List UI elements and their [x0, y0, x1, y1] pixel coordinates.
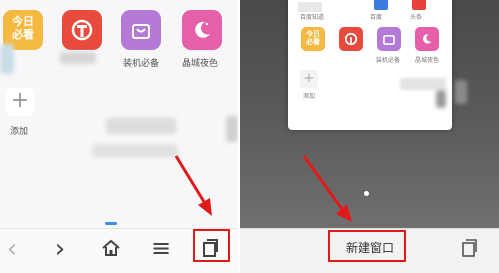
right-browser-screen: 百度知道 百度 头条 今日 必看 装机必备 晶城夜色 + 添加 新建窗口	[240, 0, 499, 273]
forward-icon[interactable]: ›	[50, 234, 70, 264]
blurred-region	[0, 44, 14, 74]
night-theme-label: 晶城夜色	[182, 59, 219, 69]
blurred-region	[298, 2, 322, 12]
back-icon[interactable]: ‹	[2, 234, 22, 264]
blurred-region	[60, 52, 96, 64]
today-must-see-label: 今日 必看	[306, 30, 320, 46]
panel-divider	[238, 0, 240, 273]
moon-icon	[195, 21, 210, 38]
night-theme-shortcut[interactable]	[182, 10, 222, 50]
blurred-region	[92, 144, 178, 158]
add-shortcut-button[interactable]: +	[6, 88, 34, 116]
left-browser-screen: 今日 必看 装机必备 晶城夜色 + 添加 ‹ › ≡	[0, 0, 238, 273]
shopping-bag-icon	[383, 35, 395, 45]
essential-apps-shortcut[interactable]	[121, 10, 161, 50]
night-theme-label: 晶城夜色	[415, 57, 440, 64]
tabs-button-highlight	[193, 229, 230, 262]
baidu-icon	[374, 0, 388, 10]
railway-icon	[71, 19, 93, 41]
essential-apps-label: 装机必备	[376, 57, 401, 64]
moon-icon	[423, 34, 432, 44]
add-shortcut-label: 添加	[303, 93, 316, 100]
today-must-see-shortcut: 今日 必看	[301, 27, 325, 51]
night-theme-shortcut	[415, 27, 439, 51]
headline-icon	[412, 0, 426, 10]
blurred-region	[106, 118, 176, 134]
tabs-icon[interactable]	[460, 238, 478, 258]
red-arrow-icon	[302, 155, 352, 222]
page-dot	[364, 191, 369, 196]
blurred-region	[436, 90, 446, 108]
tab-preview-card[interactable]: 百度知道 百度 头条 今日 必看 装机必备 晶城夜色 + 添加	[288, 0, 452, 130]
essential-apps-shortcut	[377, 27, 401, 51]
plus-icon: +	[10, 88, 30, 113]
blurred-region	[455, 80, 467, 104]
card-label: 头条	[410, 14, 423, 21]
essential-apps-label: 装机必备	[123, 59, 160, 69]
home-icon[interactable]	[101, 238, 121, 258]
card-label: 百度知道	[300, 14, 325, 21]
today-must-see-label: 今日 必看	[12, 15, 34, 41]
railway-icon	[344, 32, 358, 46]
menu-icon[interactable]: ≡	[149, 233, 173, 263]
shopping-bag-icon	[132, 24, 150, 39]
blurred-region	[400, 78, 446, 90]
red-arrow-icon	[174, 155, 212, 216]
add-shortcut-label: 添加	[10, 127, 29, 137]
new-window-highlight	[328, 230, 406, 262]
card-label: 百度	[370, 14, 383, 21]
blurred-region	[226, 116, 238, 142]
page-indicator	[105, 222, 117, 225]
plus-icon: +	[300, 70, 318, 88]
railway-shortcut	[339, 27, 363, 51]
railway-shortcut[interactable]	[62, 10, 102, 50]
